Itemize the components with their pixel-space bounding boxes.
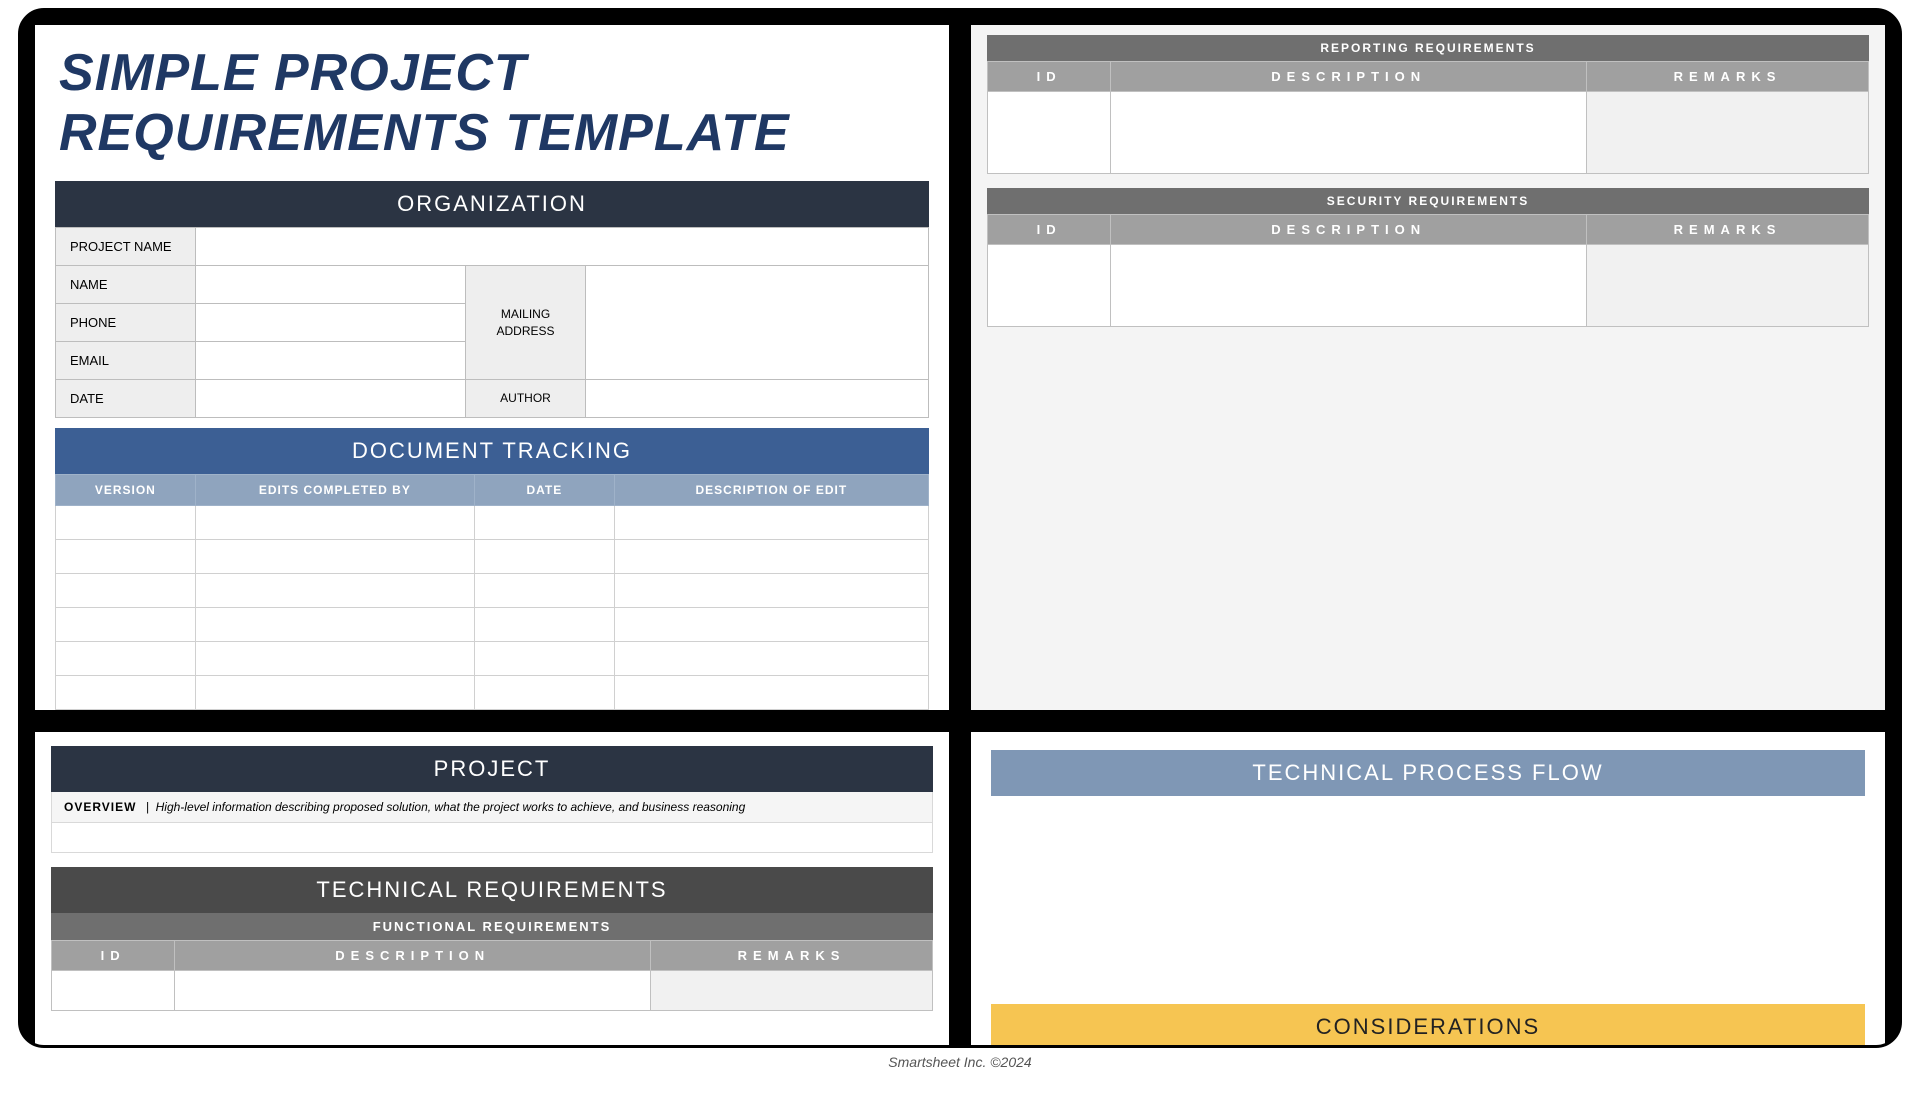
heading-technical-requirements: TECHNICAL REQUIREMENTS	[51, 867, 933, 913]
template-frame: SIMPLE PROJECT REQUIREMENTS TEMPLATE ORG…	[18, 8, 1902, 1048]
heading-project: PROJECT	[51, 746, 933, 792]
table-row[interactable]	[56, 574, 929, 608]
input-mailing-address[interactable]	[586, 266, 929, 380]
technical-process-flow-area[interactable]	[991, 796, 1865, 976]
table-row[interactable]	[56, 506, 929, 540]
reporting-requirements-block: REPORTING REQUIREMENTS ID DESCRIPTION RE…	[987, 35, 1869, 174]
label-email: EMAIL	[56, 342, 196, 380]
col-id: ID	[988, 62, 1111, 92]
table-row[interactable]	[56, 676, 929, 710]
col-date: DATE	[475, 475, 615, 506]
col-id: ID	[988, 215, 1111, 245]
project-overview-hint: OVERVIEW | High-level information descri…	[51, 792, 933, 823]
col-description: DESCRIPTION	[1111, 215, 1587, 245]
panel-organization-tracking: SIMPLE PROJECT REQUIREMENTS TEMPLATE ORG…	[35, 25, 949, 710]
table-row[interactable]	[56, 608, 929, 642]
page-title: SIMPLE PROJECT REQUIREMENTS TEMPLATE	[59, 43, 929, 163]
col-edits-by: EDITS COMPLETED BY	[195, 475, 474, 506]
heading-organization: ORGANIZATION	[55, 181, 929, 227]
heading-functional-requirements: FUNCTIONAL REQUIREMENTS	[51, 913, 933, 940]
table-row[interactable]	[56, 540, 929, 574]
heading-considerations: CONSIDERATIONS	[991, 1004, 1865, 1048]
heading-document-tracking: DOCUMENT TRACKING	[55, 428, 929, 474]
label-name: NAME	[56, 266, 196, 304]
technical-requirements-table: ID DESCRIPTION REMARKS	[51, 940, 933, 1011]
input-date[interactable]	[196, 380, 466, 418]
table-row[interactable]	[56, 642, 929, 676]
heading-security-requirements: SECURITY REQUIREMENTS	[987, 188, 1869, 214]
col-version: VERSION	[56, 475, 196, 506]
label-project-name: PROJECT NAME	[56, 228, 196, 266]
table-row[interactable]	[988, 92, 1869, 174]
input-project-name[interactable]	[196, 228, 929, 266]
col-remarks: REMARKS	[1587, 62, 1869, 92]
label-author: AUTHOR	[466, 380, 586, 418]
input-email[interactable]	[196, 342, 466, 380]
table-row[interactable]	[52, 971, 933, 1011]
panel-process-considerations-addendums: TECHNICAL PROCESS FLOW CONSIDERATIONS AD…	[971, 732, 1885, 1048]
label-date: DATE	[56, 380, 196, 418]
col-description: DESCRIPTION	[1111, 62, 1587, 92]
security-requirements-table: ID DESCRIPTION REMARKS	[987, 214, 1869, 327]
col-remarks: REMARKS	[1587, 215, 1869, 245]
label-mailing-address: MAILING ADDRESS	[466, 266, 586, 380]
label-phone: PHONE	[56, 304, 196, 342]
panel-reporting-security: REPORTING REQUIREMENTS ID DESCRIPTION RE…	[971, 25, 1885, 710]
security-requirements-block: SECURITY REQUIREMENTS ID DESCRIPTION REM…	[987, 188, 1869, 327]
heading-technical-process-flow: TECHNICAL PROCESS FLOW	[991, 750, 1865, 796]
input-author[interactable]	[586, 380, 929, 418]
input-phone[interactable]	[196, 304, 466, 342]
col-remarks: REMARKS	[651, 941, 933, 971]
footer-caption: Smartsheet Inc. ©2024	[888, 1054, 1031, 1070]
panel-project-technical: PROJECT OVERVIEW | High-level informatio…	[35, 732, 949, 1048]
col-description: DESCRIPTION	[175, 941, 651, 971]
document-tracking-table: VERSION EDITS COMPLETED BY DATE DESCRIPT…	[55, 474, 929, 710]
col-desc: DESCRIPTION OF EDIT	[614, 475, 928, 506]
col-id: ID	[52, 941, 175, 971]
project-overview-input[interactable]	[51, 823, 933, 853]
organization-table: PROJECT NAME NAME MAILING ADDRESS PHONE	[55, 227, 929, 418]
reporting-requirements-table: ID DESCRIPTION REMARKS	[987, 61, 1869, 174]
table-row[interactable]	[988, 245, 1869, 327]
input-name[interactable]	[196, 266, 466, 304]
heading-reporting-requirements: REPORTING REQUIREMENTS	[987, 35, 1869, 61]
